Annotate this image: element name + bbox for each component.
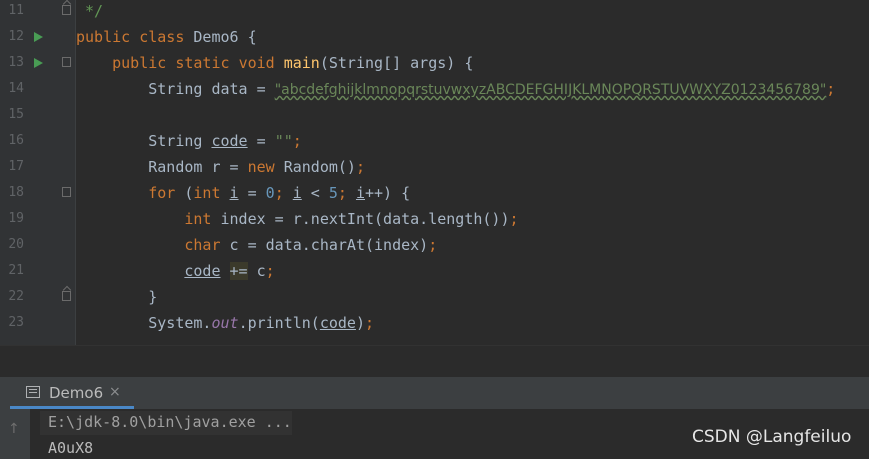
code-line-12[interactable]: public class Demo6 { [76,24,257,50]
code-line-19[interactable]: int index = r.nextInt(data.length()); [76,206,518,232]
watermark: CSDN @Langfeiluo [692,427,852,447]
line-number: 15 [8,107,24,122]
fold-icon[interactable] [62,291,71,301]
line-number: 13 [8,55,24,70]
line-number: 23 [8,315,24,330]
line-number: 14 [8,81,24,96]
string-literal: "abcdefghijklmnopqrstuvwxyzABCDEFGHIJKLM… [274,82,827,98]
code-line-23[interactable]: System.out.println(code); [76,310,374,336]
console-icon [26,386,40,398]
code-line-16[interactable]: String code = ""; [76,128,302,154]
fold-icon[interactable] [62,57,71,67]
console-output-line: A0uX8 [48,439,94,457]
console-command-line: E:\jdk-8.0\bin\java.exe ... [48,413,292,431]
close-icon[interactable]: × [109,384,121,400]
line-number: 21 [8,263,24,278]
code-line-17[interactable]: Random r = new Random(); [76,154,365,180]
code-line-11[interactable]: */ [76,0,103,24]
code-line-18[interactable]: for (int i = 0; i < 5; i++) { [76,180,410,206]
run-tool-window-header: Demo6 × [0,377,869,409]
line-number: 16 [8,133,24,148]
code-editor[interactable]: 11 12 13 14 15 16 17 18 19 20 21 22 23 */ public cla… [0,0,869,345]
highlighted-operator: += [229,262,248,280]
line-number: 11 [8,3,24,18]
code-line-21[interactable]: code += c; [76,258,275,284]
code-line-14[interactable]: String data = "abcdefghijklmnopqrstuvwxy… [76,76,835,103]
run-gutter-icon[interactable] [34,58,43,68]
code-line-13[interactable]: public static void main(String[] args) { [76,50,473,76]
line-number: 22 [8,289,24,304]
gutter-row: 11 [0,0,869,24]
fold-icon[interactable] [62,187,71,197]
code-line-20[interactable]: char c = data.charAt(index); [76,232,437,258]
line-number: 19 [8,211,24,226]
code-line-22[interactable]: } [76,284,157,310]
run-tab-label: Demo6 [49,384,104,402]
scroll-up-icon[interactable]: ↑ [8,421,20,437]
line-number: 12 [8,29,24,44]
line-number: 17 [8,159,24,174]
run-tab-demo6[interactable]: Demo6 × [10,377,134,409]
run-gutter-icon[interactable] [34,32,43,42]
line-number: 20 [8,237,24,252]
editor-panel-divider [0,345,869,378]
gutter-row: 15 [0,102,869,128]
console-toolbar: ↑ [0,409,30,459]
line-number: 18 [8,185,24,200]
fold-icon[interactable] [62,5,71,15]
